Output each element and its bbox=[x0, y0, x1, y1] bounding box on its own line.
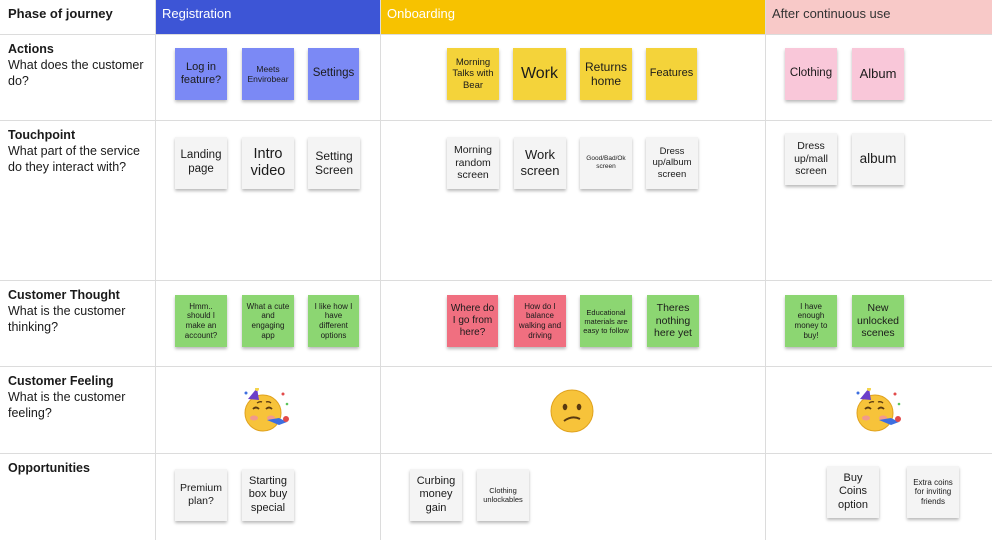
grid-divider bbox=[380, 0, 381, 540]
phase-registration-header: Registration bbox=[155, 0, 380, 34]
row-header-opportunities: Opportunities bbox=[0, 454, 155, 540]
sticky-note[interactable]: Theres nothing here yet bbox=[647, 295, 699, 347]
sticky-note[interactable]: Log in feature? bbox=[175, 48, 227, 100]
row-header-touchpoint: Touchpoint What part of the service do t… bbox=[0, 121, 155, 280]
customer-journey-map: Phase of journey Registration Onboarding… bbox=[0, 0, 992, 540]
sticky-note[interactable]: Clothing unlockables bbox=[477, 469, 529, 521]
party-face-emoji bbox=[244, 388, 289, 432]
party-face-emoji bbox=[856, 388, 901, 432]
sticky-note[interactable]: How do I balance walking and driving bbox=[514, 295, 566, 347]
row-question: What does the customer do? bbox=[8, 58, 144, 88]
sticky-note[interactable]: Morning random screen bbox=[447, 137, 499, 189]
sticky-note[interactable]: Meets Envirobear bbox=[242, 48, 294, 100]
sticky-note[interactable]: Dress up/mall screen bbox=[785, 133, 837, 185]
phase-after-continuous-use-header: After continuous use bbox=[765, 0, 992, 34]
row-header-customer-feeling: Customer Feeling What is the customer fe… bbox=[0, 367, 155, 453]
sticky-note[interactable]: Where do I go from here? bbox=[447, 295, 498, 347]
sticky-note[interactable]: Extra coins for inviting friends bbox=[907, 466, 959, 518]
grid-divider bbox=[765, 0, 766, 540]
sticky-note[interactable]: Features bbox=[646, 48, 697, 100]
row-header-customer-thought: Customer Thought What is the customer th… bbox=[0, 281, 155, 366]
confused-face-emoji bbox=[550, 389, 594, 433]
row-title: Opportunities bbox=[8, 461, 90, 475]
sticky-note[interactable]: Premium plan? bbox=[175, 469, 227, 521]
sticky-note[interactable]: Returns home bbox=[580, 48, 632, 100]
sticky-note[interactable]: Morning Talks with Bear bbox=[447, 48, 499, 100]
row-header-actions: Actions What does the customer do? bbox=[0, 35, 155, 120]
sticky-note[interactable]: I have enough money to buy! bbox=[785, 295, 837, 347]
sticky-note[interactable]: Setting Screen bbox=[308, 137, 360, 189]
row-title: Customer Feeling bbox=[8, 374, 114, 388]
sticky-note[interactable]: New unlocked scenes bbox=[852, 295, 904, 347]
row-title: Actions bbox=[8, 42, 54, 56]
row-title: Touchpoint bbox=[8, 128, 76, 142]
sticky-note[interactable]: Curbing money gain bbox=[410, 469, 462, 521]
sticky-note[interactable]: Buy Coins option bbox=[827, 466, 879, 518]
sticky-note[interactable]: Intro video bbox=[242, 137, 294, 189]
sticky-note[interactable]: Album bbox=[852, 48, 904, 100]
sticky-note[interactable]: Starting box buy special bbox=[242, 469, 294, 521]
row-question: What part of the service do they interac… bbox=[8, 144, 141, 174]
sticky-note[interactable]: Settings bbox=[308, 48, 359, 100]
sticky-note[interactable]: Clothing bbox=[785, 48, 837, 100]
sticky-note[interactable]: Good/Bad/Ok screen bbox=[580, 137, 632, 189]
grid-divider bbox=[155, 0, 156, 540]
row-title: Customer Thought bbox=[8, 288, 120, 302]
row-question: What is the customer thinking? bbox=[8, 304, 126, 334]
sticky-note[interactable]: Work screen bbox=[514, 137, 566, 189]
sticky-note[interactable]: Educational materials are easy to follow bbox=[580, 295, 632, 347]
sticky-note[interactable]: Hmm.. should I make an account? bbox=[175, 295, 227, 347]
row-question: What is the customer feeling? bbox=[8, 390, 126, 420]
phase-onboarding-header: Onboarding bbox=[380, 0, 765, 34]
sticky-note[interactable]: What a cute and engaging app bbox=[242, 295, 294, 347]
sticky-note[interactable]: album bbox=[852, 133, 904, 185]
sticky-note[interactable]: Work bbox=[513, 48, 566, 100]
sticky-note[interactable]: Landing page bbox=[175, 137, 227, 189]
sticky-note[interactable]: I like how I have different options bbox=[308, 295, 359, 347]
phase-header-label: Phase of journey bbox=[8, 6, 113, 21]
sticky-note[interactable]: Dress up/album screen bbox=[646, 137, 698, 189]
